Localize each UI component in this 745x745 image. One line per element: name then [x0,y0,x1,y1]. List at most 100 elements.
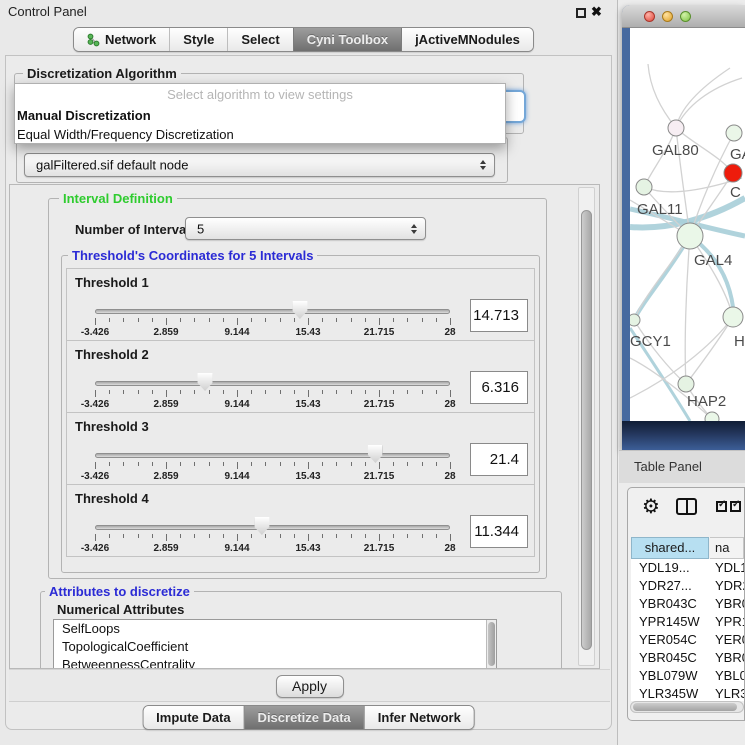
shared-name-cell: YBR045C [631,649,709,667]
algorithm-option[interactable]: Manual Discretization [15,106,505,125]
attribute-list-item[interactable]: TopologicalCoefficient [54,638,496,656]
interval-definition-group-label: Interval Definition [59,191,177,206]
shared-name-cell: YDR27... [631,577,709,595]
slider-thumb[interactable] [254,517,269,535]
tab-impute-data[interactable]: Impute Data [143,706,243,729]
slider-track[interactable] [95,525,450,530]
table-row[interactable]: YDL19...YDL1 [631,559,744,577]
checked-checkbox-icon[interactable] [730,501,741,512]
threshold-value-field[interactable]: 11.344 [470,515,528,548]
tick-label: 2.859 [153,471,178,482]
slider-track[interactable] [95,309,450,314]
tab-label: Select [241,28,279,51]
tab-infer-network[interactable]: Infer Network [364,706,474,729]
slider-track[interactable] [95,381,450,386]
slider-thumb[interactable] [368,445,383,463]
float-window-icon[interactable] [576,8,586,18]
network-canvas[interactable]: GAL80GACGAL11GAL4GCY1HHAP2 [630,28,745,421]
tab-style[interactable]: Style [169,28,227,51]
network-node-gal80[interactable] [668,120,684,136]
tab-jactivemnodules[interactable]: jActiveMNodules [401,28,533,51]
slider-thumb[interactable] [292,301,307,319]
apply-button[interactable]: Apply [276,675,344,698]
horizontal-scrollbar[interactable] [630,701,744,713]
tick-label: 28 [444,399,455,410]
network-node[interactable] [705,412,719,421]
threshold-value-field[interactable]: 14.713 [470,299,528,332]
network-node-label: GA [730,146,745,163]
attribute-list-item[interactable]: BetweennessCentrality [54,656,496,669]
scrollbar-thumb[interactable] [488,622,495,666]
close-traffic-light[interactable] [644,11,655,22]
network-window-titlebar[interactable] [622,5,745,28]
threshold-value-field[interactable]: 21.4 [470,443,528,476]
tick-label: 9.144 [224,399,249,410]
number-of-intervals-value: 5 [197,221,204,236]
tick-label: 2.859 [153,543,178,554]
tab-label: Network [105,28,156,51]
threshold-label: Threshold 3 [75,419,149,434]
slider-track[interactable] [95,453,450,458]
table-row[interactable]: YPR145WYPR1 [631,613,744,631]
number-of-intervals-combobox[interactable]: 5 [185,217,426,240]
scrollbar-thumb[interactable] [581,210,592,650]
threshold-slider[interactable]: -3.4262.8599.14415.4321.71528 [95,517,450,557]
network-node-c[interactable] [724,164,742,182]
checked-checkbox-icon[interactable] [716,501,727,512]
table-data-combobox[interactable]: galFiltered.sif default node [24,153,495,177]
tick-label: -3.426 [81,399,109,410]
algorithm-option[interactable]: Equal Width/Frequency Discretization [15,125,505,144]
network-node-gal11[interactable] [636,179,652,195]
attributes-group-label: Attributes to discretize [45,584,194,599]
network-node-ga[interactable] [726,125,742,141]
numerical-attributes-list[interactable]: SelfLoopsTopologicalCoefficientBetweenne… [53,619,497,669]
table-row[interactable]: YBR045CYBR0 [631,649,744,667]
table-panel-title: Table Panel [634,459,702,474]
minimize-traffic-light[interactable] [662,11,673,22]
table-row[interactable]: YBR043CYBR0 [631,595,744,613]
table-panel-titlebar: Table Panel [619,450,745,483]
attribute-list-item[interactable]: SelfLoops [54,620,496,638]
tab-cyni-toolbox[interactable]: Cyni Toolbox [293,28,401,51]
thresholds-group: Threshold's Coordinates for 5 Intervals … [61,255,540,573]
table-data-selected-value: galFiltered.sif default node [36,158,188,173]
split-view-icon[interactable] [676,498,697,515]
tick-label: 21.715 [364,543,395,554]
column-header-name[interactable]: na [710,537,744,559]
gear-icon[interactable]: ⚙ [642,496,660,516]
vertical-scrollbar[interactable] [486,620,496,669]
network-node-hap2[interactable] [678,376,694,392]
tab-network[interactable]: Network [74,28,169,51]
close-icon[interactable]: ✖ [591,4,602,20]
threshold-slider[interactable]: -3.4262.8599.14415.4321.71528 [95,373,450,413]
network-node-gcy1[interactable] [630,314,640,326]
tab-discretize-data[interactable]: Discretize Data [244,706,364,729]
name-cell: YER0 [709,631,744,649]
network-window-bottom-frame [622,421,745,450]
node-table-rows[interactable]: YDL19...YDL1YDR27...YDR2YBR043CYBR0YPR14… [631,559,744,701]
tick-label: 15.43 [295,399,320,410]
tab-label: Impute Data [156,706,230,729]
table-row[interactable]: YBL079WYBL0 [631,667,744,685]
table-row[interactable]: YDR27...YDR2 [631,577,744,595]
network-node-h[interactable] [723,307,743,327]
table-row[interactable]: YER054CYER0 [631,631,744,649]
zoom-traffic-light[interactable] [680,11,691,22]
threshold-slider[interactable]: -3.4262.8599.14415.4321.71528 [95,445,450,485]
table-row[interactable]: YLR345WYLR3 [631,685,744,701]
scrollbar-thumb[interactable] [633,703,737,711]
threshold-slider[interactable]: -3.4262.8599.14415.4321.71528 [95,301,450,341]
column-header-shared-name[interactable]: shared... [631,537,709,559]
tab-select[interactable]: Select [227,28,292,51]
slider-thumb[interactable] [198,373,213,391]
threshold-label: Threshold 4 [75,491,149,506]
threshold-value-field[interactable]: 6.316 [470,371,528,404]
vertical-scrollbar[interactable] [578,187,595,666]
tick-label: 15.43 [295,471,320,482]
control-panel-tab-strip: Network Style Select Cyni Toolbox jActiveMNo… [73,27,534,52]
network-node-gal4[interactable] [677,223,703,249]
tab-label: Cyni Toolbox [307,28,388,51]
apply-bar: Apply [9,669,610,702]
network-node-label: GCY1 [630,333,671,350]
threshold-row: Threshold 3 -3.4262.8599.14415.4321.71528… [66,412,535,485]
